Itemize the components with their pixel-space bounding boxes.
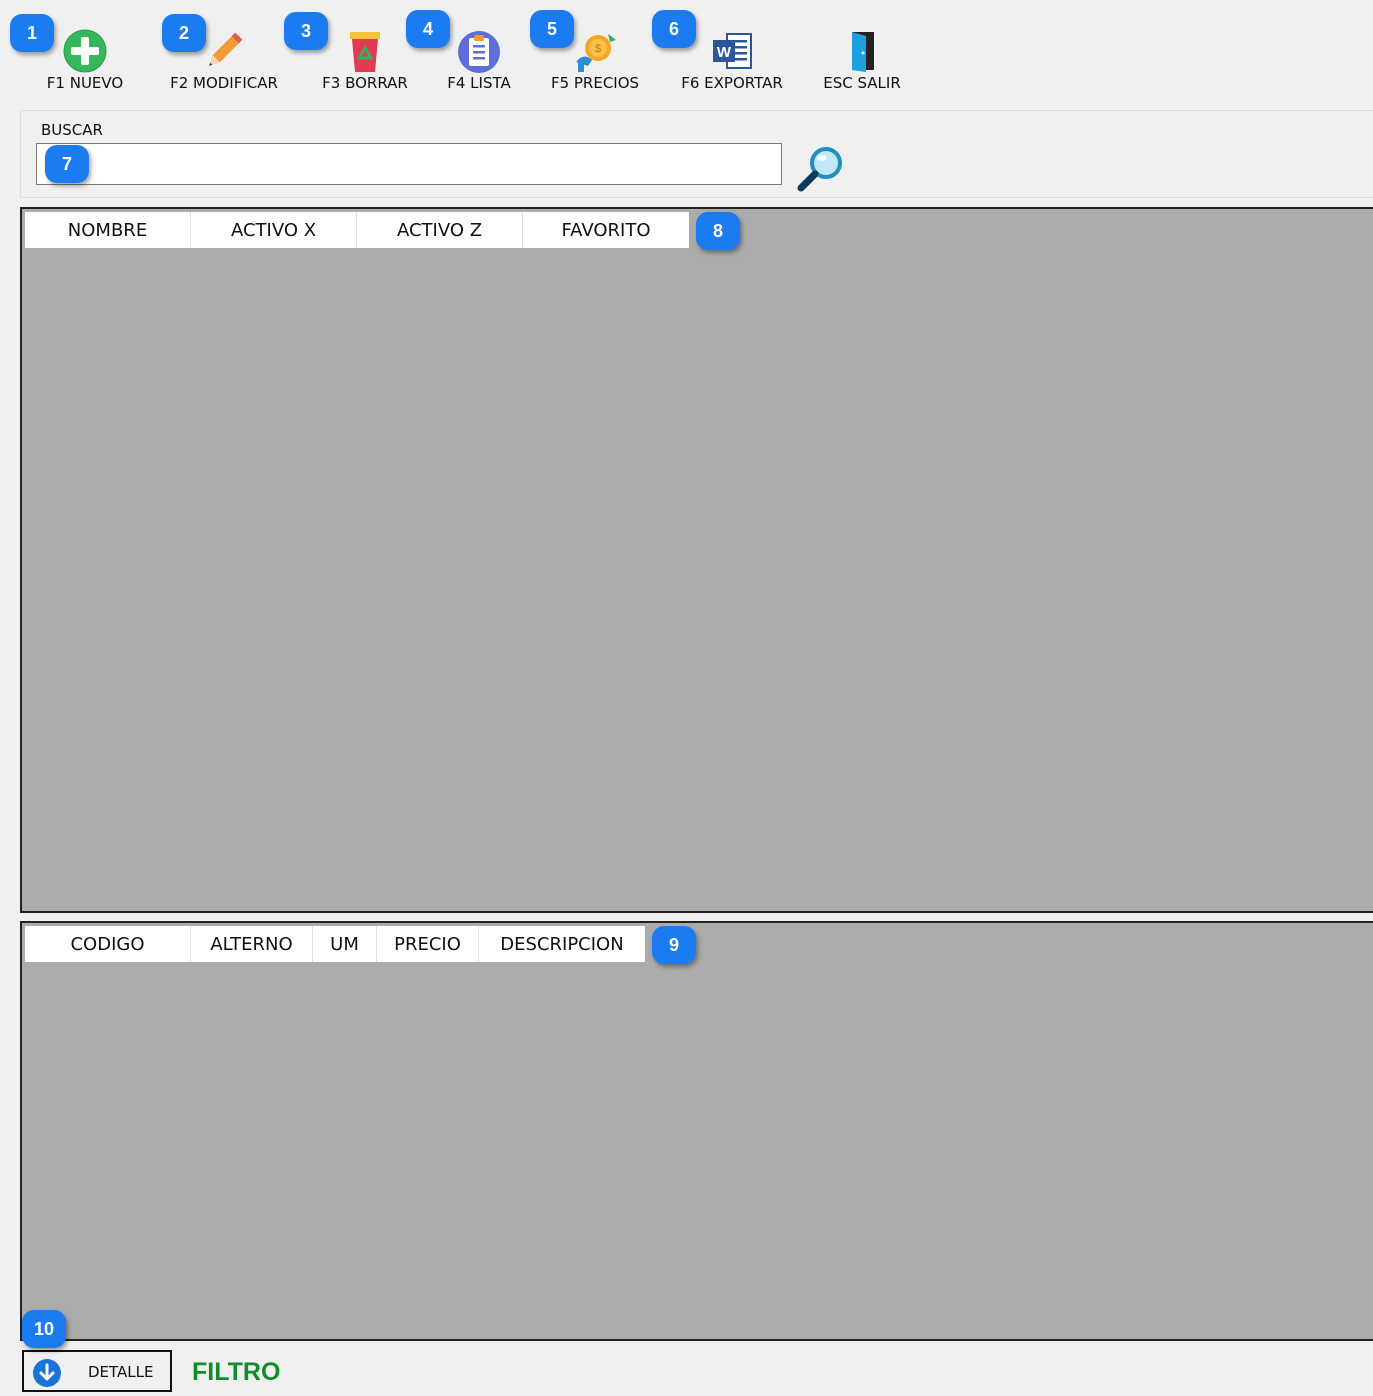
callout-badge-1: 1: [10, 14, 54, 52]
column-header-descripcion[interactable]: DESCRIPCION: [479, 926, 645, 962]
clipboard-list-icon: [458, 31, 500, 73]
exit-door-icon: [852, 32, 874, 72]
salir-label: ESC SALIR: [823, 74, 901, 92]
callout-badge-8: 8: [696, 212, 740, 250]
search-button[interactable]: [793, 143, 849, 193]
callout-badge-10: 10: [22, 1310, 66, 1348]
detalle-button[interactable]: DETALLE: [22, 1350, 172, 1392]
callout-badge-9: 9: [652, 926, 696, 964]
main-grid[interactable]: NOMBRE ACTIVO X ACTIVO Z FAVORITO 8: [20, 207, 1373, 913]
lista-label: F4 LISTA: [447, 74, 511, 92]
column-header-alterno[interactable]: ALTERNO: [191, 926, 313, 962]
pencil-icon: [209, 32, 243, 66]
callout-badge-5: 5: [530, 10, 574, 48]
magnifier-icon: [797, 147, 842, 192]
column-header-precio[interactable]: PRECIO: [377, 926, 479, 962]
column-header-favorito[interactable]: FAVORITO: [523, 212, 689, 248]
detail-grid[interactable]: CODIGO ALTERNO UM PRECIO DESCRIPCION 9: [20, 921, 1373, 1341]
recycle-bin-icon: [350, 32, 380, 72]
filtro-link[interactable]: FILTRO: [192, 1358, 280, 1387]
detalle-label: DETALLE: [88, 1363, 154, 1381]
arrow-down-circle-icon: [33, 1359, 61, 1387]
column-header-um[interactable]: UM: [313, 926, 377, 962]
callout-badge-3: 3: [284, 12, 328, 50]
salir-button[interactable]: ESC SALIR: [810, 22, 914, 96]
column-header-activo-z[interactable]: ACTIVO Z: [357, 212, 523, 248]
column-header-activo-x[interactable]: ACTIVO X: [191, 212, 357, 248]
plus-circle-icon: [63, 29, 107, 73]
callout-badge-2: 2: [162, 14, 206, 52]
callout-badge-4: 4: [406, 10, 450, 48]
callout-badge-7: 7: [45, 145, 89, 183]
bottom-bar: DETALLE FILTRO: [0, 1346, 1373, 1396]
column-header-nombre[interactable]: NOMBRE: [25, 212, 191, 248]
exportar-label: F6 EXPORTAR: [681, 74, 783, 92]
svg-text:$: $: [595, 43, 601, 55]
search-input[interactable]: [36, 143, 782, 185]
borrar-label: F3 BORRAR: [322, 74, 408, 92]
modificar-label: F2 MODIFICAR: [170, 74, 278, 92]
callout-badge-6: 6: [652, 10, 696, 48]
svg-text:W: W: [717, 44, 732, 61]
precios-label: F5 PRECIOS: [550, 74, 640, 92]
nuevo-label: F1 NUEVO: [46, 74, 124, 92]
main-grid-header: NOMBRE ACTIVO X ACTIVO Z FAVORITO: [25, 212, 689, 248]
detail-grid-header: CODIGO ALTERNO UM PRECIO DESCRIPCION: [25, 926, 645, 962]
search-panel: BUSCAR 7: [20, 110, 1373, 198]
column-header-codigo[interactable]: CODIGO: [25, 926, 191, 962]
price-coin-icon: $: [576, 34, 616, 72]
search-label: BUSCAR: [41, 121, 103, 139]
word-document-icon: W: [713, 33, 752, 69]
